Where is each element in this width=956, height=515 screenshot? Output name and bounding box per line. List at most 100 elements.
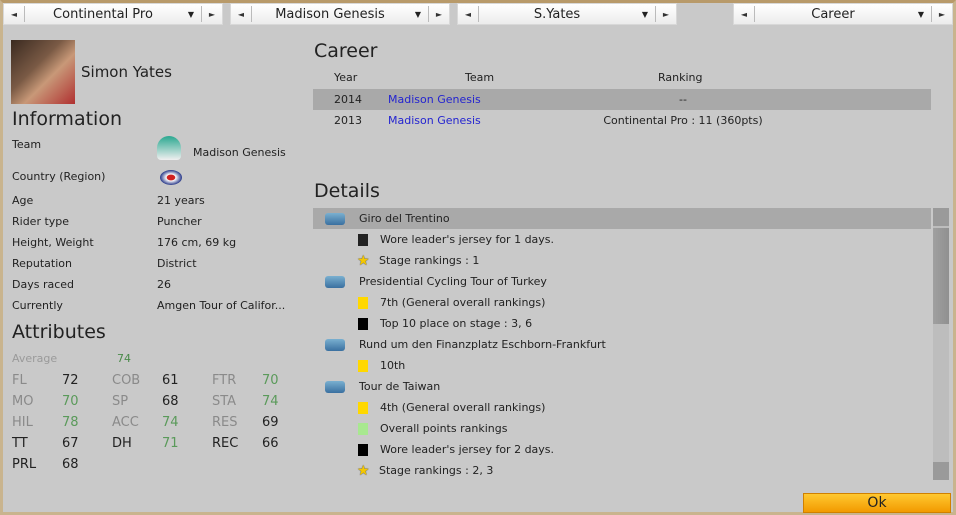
attribute-label: REC [212, 436, 239, 451]
race-row[interactable]: Giro del Trentino [313, 208, 931, 229]
attribute-value: 66 [262, 436, 279, 451]
attribute-label: HIL [12, 415, 33, 430]
next-arrow-icon[interactable]: ► [429, 10, 449, 19]
black-jersey-icon [358, 443, 368, 456]
career-row[interactable]: 2014 Madison Genesis -- [313, 89, 931, 110]
race-row[interactable]: Rund um den Finanzplatz Eschborn-Frankfu… [313, 334, 931, 355]
detail-text: Rund um den Finanzplatz Eschborn-Frankfu… [359, 338, 606, 351]
next-arrow-icon[interactable]: ► [202, 10, 222, 19]
chevron-down-icon[interactable]: ▼ [181, 10, 201, 19]
detail-text: Tour de Taiwan [359, 380, 441, 393]
attribute-label: FTR [212, 373, 237, 388]
career-year: 2014 [334, 93, 362, 106]
team-dropdown[interactable]: ◄ Madison Genesis ▼ ► [230, 3, 450, 25]
detail-text: Overall points rankings [380, 422, 508, 435]
attribute-value: 70 [262, 373, 279, 388]
year-header: Year [334, 71, 358, 84]
info-label: Currently [12, 299, 63, 312]
dropdown-value[interactable]: Madison Genesis [252, 7, 408, 22]
black-jersey-icon [358, 317, 368, 330]
attribute-label: RES [212, 415, 238, 430]
rider-photo [11, 40, 75, 104]
detail-text: Giro del Trentino [359, 212, 450, 225]
detail-text: Wore leader's jersey for 1 days. [380, 233, 555, 246]
ok-button[interactable]: Ok [803, 493, 951, 513]
career-row[interactable]: 2013 Madison Genesis Continental Pro : 1… [313, 110, 931, 131]
info-label: Country (Region) [12, 170, 106, 183]
star-icon: ★ [357, 462, 370, 479]
dropdown-value[interactable]: Career [755, 7, 911, 22]
attribute-label: ACC [112, 415, 139, 430]
attribute-label: FL [12, 373, 27, 388]
chevron-down-icon[interactable]: ▼ [635, 10, 655, 19]
info-label: Team [12, 138, 42, 151]
attribute-value: 78 [62, 415, 79, 430]
green-jersey-icon [358, 422, 368, 435]
race-logo-icon [325, 275, 345, 288]
rider-name: Simon Yates [81, 63, 172, 81]
info-value: Amgen Tour of Califor... [157, 299, 286, 312]
information-heading: Information [12, 108, 122, 130]
attribute-value: 71 [162, 436, 179, 451]
info-value: 176 cm, 69 kg [157, 236, 237, 249]
attribute-value: 61 [162, 373, 179, 388]
prev-arrow-icon[interactable]: ◄ [458, 10, 478, 19]
detail-text: Presidential Cycling Tour of Turkey [359, 275, 547, 288]
attribute-value: 68 [62, 457, 79, 472]
details-heading: Details [314, 180, 380, 202]
prev-arrow-icon[interactable]: ◄ [734, 10, 754, 19]
career-header-row: Year Team Ranking [313, 67, 931, 88]
info-row-country: Country (Region) [12, 170, 302, 191]
result-row: 7th (General overall rankings) [313, 292, 931, 313]
scroll-up-button[interactable] [933, 208, 949, 226]
info-row-days-raced: Days raced 26 [12, 278, 302, 299]
career-heading: Career [314, 40, 378, 62]
info-row-age: Age 21 years [12, 194, 302, 215]
detail-text: 7th (General overall rankings) [380, 296, 546, 309]
attribute-label: SP [112, 394, 129, 409]
rider-dropdown[interactable]: ◄ S.Yates ▼ ► [457, 3, 677, 25]
detail-text: Wore leader's jersey for 2 days. [380, 443, 555, 456]
attribute-value: 74 [262, 394, 279, 409]
chevron-down-icon[interactable]: ▼ [911, 10, 931, 19]
prev-arrow-icon[interactable]: ◄ [231, 10, 251, 19]
info-value: Madison Genesis [193, 146, 286, 159]
info-value: District [157, 257, 197, 270]
race-logo-icon [325, 338, 345, 351]
dropdown-value[interactable]: S.Yates [479, 7, 635, 22]
view-dropdown[interactable]: ◄ Career ▼ ► [733, 3, 953, 25]
career-ranking: Continental Pro : 11 (360pts) [603, 114, 763, 127]
scroll-down-button[interactable] [933, 462, 949, 480]
details-scrollbar[interactable] [933, 208, 949, 480]
detail-text: Top 10 place on stage : 3, 6 [380, 317, 533, 330]
career-team-link[interactable]: Madison Genesis [388, 114, 481, 127]
race-logo-icon [325, 380, 345, 393]
category-dropdown[interactable]: ◄ Continental Pro ▼ ► [3, 3, 223, 25]
info-label: Days raced [12, 278, 75, 291]
info-label: Reputation [12, 257, 72, 270]
yellow-jersey-icon [358, 401, 368, 414]
info-row-reputation: Reputation District [12, 257, 302, 278]
prev-arrow-icon[interactable]: ◄ [4, 10, 24, 19]
info-value: Puncher [157, 215, 202, 228]
result-row: 10th [313, 355, 931, 376]
chevron-down-icon[interactable]: ▼ [408, 10, 428, 19]
attribute-value: 67 [62, 436, 79, 451]
race-row[interactable]: Tour de Taiwan [313, 376, 931, 397]
uk-flag-icon [160, 170, 182, 185]
result-row: Top 10 place on stage : 3, 6 [313, 313, 931, 334]
result-row: 4th (General overall rankings) [313, 397, 931, 418]
star-icon: ★ [357, 252, 370, 269]
race-row[interactable]: Presidential Cycling Tour of Turkey [313, 271, 931, 292]
info-value: 26 [157, 278, 171, 291]
info-row-height-weight: Height, Weight 176 cm, 69 kg [12, 236, 302, 257]
info-label: Rider type [12, 215, 70, 228]
team-jersey-icon [157, 136, 181, 160]
career-team-link[interactable]: Madison Genesis [388, 93, 481, 106]
attribute-value: 68 [162, 394, 179, 409]
scroll-thumb[interactable] [933, 228, 949, 324]
next-arrow-icon[interactable]: ► [656, 10, 676, 19]
dropdown-value[interactable]: Continental Pro [25, 7, 181, 22]
yellow-jersey-icon [358, 359, 368, 372]
next-arrow-icon[interactable]: ► [932, 10, 952, 19]
